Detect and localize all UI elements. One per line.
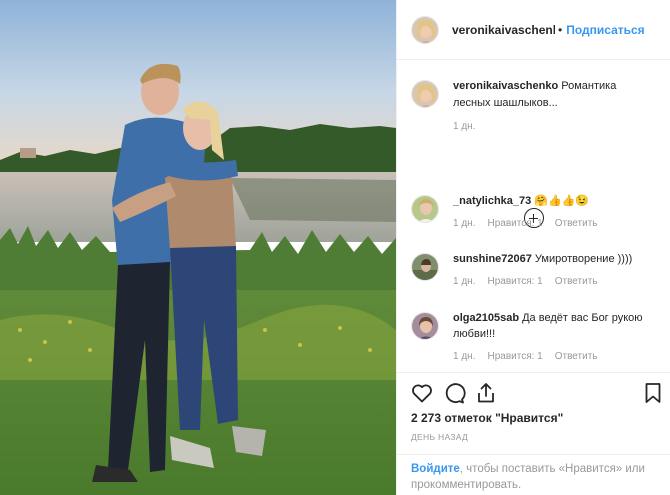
comment-text: olga2105sab Да ведёт вас Бог рукою любви… (453, 310, 653, 342)
comments-list[interactable]: veronikaivaschenko Романтика лесных шашл… (397, 60, 670, 372)
comment-time[interactable]: 1 дн. (453, 276, 475, 287)
reply-button[interactable]: Ответить (555, 351, 598, 362)
comment-icon[interactable] (442, 381, 466, 405)
comment-likes[interactable]: Нравится: 1 (487, 276, 542, 287)
list-item: _natylichka_73 🤗👍👍😉 1 дн. Нравится: 1 От… (411, 193, 661, 229)
post-header: veronikaivaschenkc • Подписаться (397, 0, 670, 60)
comment-username[interactable]: _natylichka_73 (453, 195, 531, 207)
share-icon[interactable] (474, 381, 498, 405)
comment-message: Умиротворение )))) (531, 253, 633, 265)
heart-icon[interactable] (410, 381, 434, 405)
comment-username[interactable]: veronikaivaschenko (453, 80, 558, 92)
comment-time[interactable]: 1 дн. (453, 218, 475, 229)
post-actions: 2 273 отметок "Нравится" День назад (397, 372, 670, 454)
likes-number: 2 273 отметок (411, 411, 492, 425)
reply-button[interactable]: Ответить (555, 218, 598, 229)
commenter-avatar[interactable] (411, 195, 439, 223)
comment-text: sunshine72067 Умиротворение )))) (453, 251, 653, 267)
bookmark-icon[interactable] (641, 381, 665, 405)
comment-likes[interactable]: Нравится: 1 (487, 351, 542, 362)
login-prompt: Войдите, чтобы поставить «Нравится» или … (397, 454, 670, 495)
login-link[interactable]: Войдите (411, 463, 460, 475)
comment-time[interactable]: 1 дн. (453, 121, 475, 132)
comment-likes[interactable]: Нравится: 1 (487, 218, 542, 229)
commenter-avatar[interactable] (411, 253, 439, 281)
caption-comment: veronikaivaschenko Романтика лесных шашл… (411, 78, 661, 132)
commenter-avatar[interactable] (411, 312, 439, 340)
author-username[interactable]: veronikaivaschenkc (452, 23, 555, 37)
comment-username[interactable]: olga2105sab (453, 312, 519, 324)
list-item: olga2105sab Да ведёт вас Бог рукою любви… (411, 310, 661, 362)
comment-username[interactable]: sunshine72067 (453, 253, 532, 265)
separator-dot: • (558, 22, 563, 37)
photo-image (0, 0, 396, 495)
post-sidebar: veronikaivaschenkc • Подписаться veronik… (396, 0, 670, 495)
likes-count[interactable]: 2 273 отметок "Нравится" (411, 411, 563, 425)
likes-label: "Нравится" (495, 411, 564, 425)
follow-button[interactable]: Подписаться (566, 23, 644, 37)
comment-time[interactable]: 1 дн. (453, 351, 475, 362)
comment-text: veronikaivaschenko Романтика лесных шашл… (453, 78, 653, 112)
post-photo[interactable] (0, 0, 396, 495)
post-date[interactable]: День назад (411, 432, 468, 442)
author-avatar[interactable] (411, 15, 439, 44)
comment-message: 🤗👍👍😉 (531, 195, 590, 207)
list-item: sunshine72067 Умиротворение )))) 1 дн. Н… (411, 251, 661, 287)
reply-button[interactable]: Ответить (555, 276, 598, 287)
commenter-avatar[interactable] (411, 80, 439, 108)
comment-text: _natylichka_73 🤗👍👍😉 (453, 193, 653, 209)
